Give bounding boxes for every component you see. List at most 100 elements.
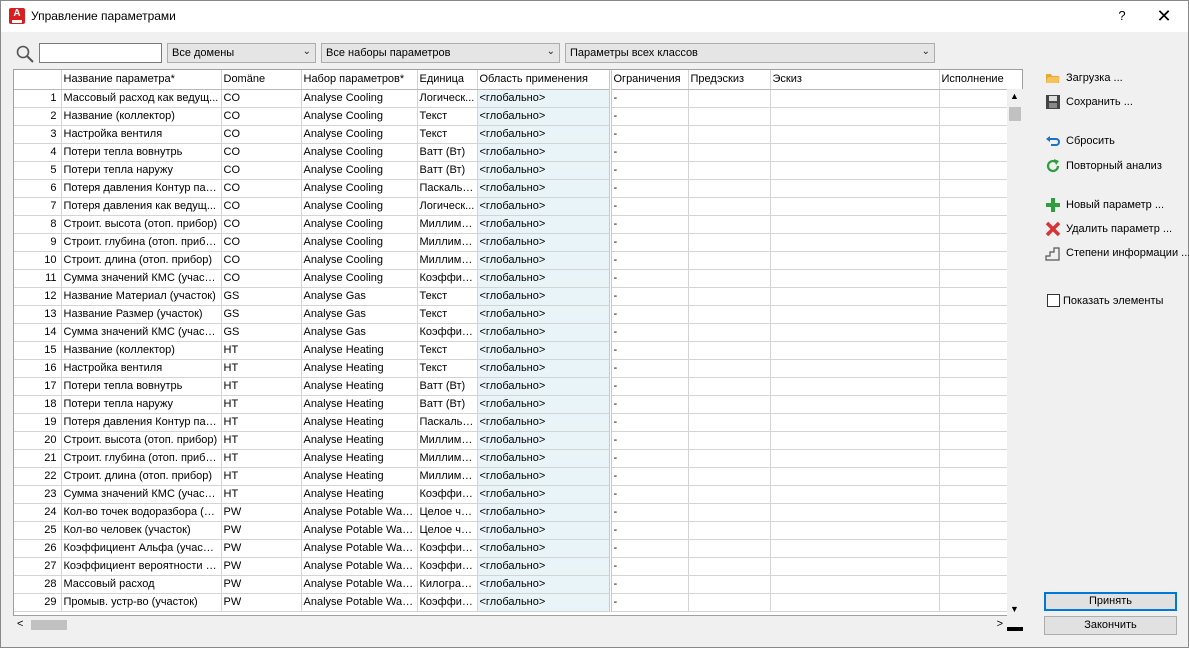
table-cell[interactable] xyxy=(770,377,940,396)
table-cell[interactable]: Массовый расход как ведущ... xyxy=(61,89,222,108)
scroll-left-icon[interactable]: < xyxy=(17,618,23,630)
table-cell[interactable]: Analyse Heating xyxy=(301,359,418,378)
table-cell[interactable]: - xyxy=(610,413,689,432)
table-cell[interactable]: Analyse Cooling xyxy=(301,233,418,252)
table-cell[interactable]: HT xyxy=(221,341,302,360)
table-cell[interactable]: <глобально> xyxy=(477,287,612,306)
table-cell[interactable]: Логическ... xyxy=(417,89,478,108)
load-button[interactable]: Загрузка ... xyxy=(1045,68,1123,88)
delete-parameter-button[interactable]: Удалить параметр ... xyxy=(1045,219,1172,239)
table-cell[interactable] xyxy=(688,341,771,360)
table-cell[interactable]: <глобально> xyxy=(477,503,612,522)
table-cell[interactable]: Потеря давления как ведущ... xyxy=(61,197,222,216)
column-header[interactable]: Предэскиз xyxy=(688,70,771,90)
table-cell[interactable]: 17 xyxy=(14,377,62,396)
table-cell[interactable] xyxy=(770,305,940,324)
column-header[interactable] xyxy=(14,70,62,90)
table-cell[interactable]: Analyse Heating xyxy=(301,377,418,396)
table-row[interactable]: 26 Коэффициент Альфа (участок) PW Analyse P… xyxy=(14,539,1022,558)
table-cell[interactable]: Analyse Potable Water xyxy=(301,593,418,612)
table-cell[interactable]: - xyxy=(610,161,689,180)
table-cell[interactable] xyxy=(770,251,940,270)
table-cell[interactable] xyxy=(688,431,771,450)
table-cell[interactable]: Название (коллектор) xyxy=(61,107,222,126)
table-cell[interactable]: PW xyxy=(221,503,302,522)
table-cell[interactable]: - xyxy=(610,107,689,126)
table-cell[interactable]: Логическ... xyxy=(417,197,478,216)
table-row[interactable]: 2 Название (коллектор) CO Analyse Cooling Те… xyxy=(14,107,1022,126)
table-cell[interactable]: <глобально> xyxy=(477,377,612,396)
table-cell[interactable]: Analyse Heating xyxy=(301,341,418,360)
table-cell[interactable]: CO xyxy=(221,143,302,162)
table-cell[interactable] xyxy=(770,431,940,450)
table-cell[interactable]: Целое чи... xyxy=(417,503,478,522)
table-cell[interactable]: - xyxy=(610,179,689,198)
table-cell[interactable]: CO xyxy=(221,269,302,288)
vertical-scrollbar[interactable]: ▲ ▼ xyxy=(1007,89,1023,616)
table-cell[interactable]: Коэффиц... xyxy=(417,485,478,504)
table-cell[interactable]: 16 xyxy=(14,359,62,378)
table-row[interactable]: 5 Потери тепла наружу CO Analyse Cooling Ват… xyxy=(14,161,1022,180)
table-cell[interactable]: 8 xyxy=(14,215,62,234)
scroll-right-icon[interactable]: > xyxy=(997,618,1003,630)
table-cell[interactable] xyxy=(770,269,940,288)
table-cell[interactable] xyxy=(770,539,940,558)
table-cell[interactable]: <глобально> xyxy=(477,539,612,558)
table-cell[interactable]: Текст xyxy=(417,107,478,126)
parameter-set-filter-select[interactable]: Все наборы параметров ⌄ xyxy=(321,43,560,63)
table-cell[interactable]: - xyxy=(610,89,689,108)
table-cell[interactable]: Analyse Cooling xyxy=(301,125,418,144)
domain-filter-select[interactable]: Все домены ⌄ xyxy=(167,43,316,63)
table-cell[interactable] xyxy=(770,179,940,198)
table-cell[interactable]: Потери тепла вовнутрь xyxy=(61,377,222,396)
table-cell[interactable]: Analyse Heating xyxy=(301,449,418,468)
table-row[interactable]: 22 Строит. длина (отоп. прибор) HT Analyse … xyxy=(14,467,1022,486)
table-cell[interactable] xyxy=(770,287,940,306)
table-cell[interactable]: Текст xyxy=(417,341,478,360)
table-cell[interactable]: Миллиме... xyxy=(417,251,478,270)
table-cell[interactable]: Analyse Cooling xyxy=(301,161,418,180)
table-cell[interactable]: Ватт (Вт) xyxy=(417,395,478,414)
table-cell[interactable]: - xyxy=(610,575,689,594)
table-cell[interactable]: Analyse Cooling xyxy=(301,179,418,198)
table-cell[interactable]: 1 xyxy=(14,89,62,108)
table-cell[interactable]: Analyse Potable Water xyxy=(301,539,418,558)
table-row[interactable]: 21 Строит. глубина (отоп. прибор) HT Analys… xyxy=(14,449,1022,468)
table-cell[interactable]: 28 xyxy=(14,575,62,594)
table-cell[interactable]: Analyse Heating xyxy=(301,431,418,450)
table-cell[interactable]: Промыв. устр-во (участок) xyxy=(61,593,222,612)
table-cell[interactable]: Analyse Heating xyxy=(301,467,418,486)
info-levels-button[interactable]: Степени информации ... xyxy=(1045,243,1189,263)
table-cell[interactable]: <глобально> xyxy=(477,485,612,504)
table-cell[interactable]: - xyxy=(610,395,689,414)
table-cell[interactable]: Строит. длина (отоп. прибор) xyxy=(61,467,222,486)
table-cell[interactable]: 23 xyxy=(14,485,62,504)
table-row[interactable]: 28 Массовый расход PW Analyse Potable Water… xyxy=(14,575,1022,594)
table-cell[interactable]: Настройка вентиля xyxy=(61,359,222,378)
table-cell[interactable]: <глобально> xyxy=(477,557,612,576)
table-row[interactable]: 19 Потеря давления Контур пан... HT Analyse… xyxy=(14,413,1022,432)
table-cell[interactable]: - xyxy=(610,287,689,306)
table-cell[interactable] xyxy=(688,269,771,288)
table-cell[interactable]: Analyse Cooling xyxy=(301,215,418,234)
table-cell[interactable]: Коэффиц... xyxy=(417,269,478,288)
table-cell[interactable]: <глобально> xyxy=(477,305,612,324)
table-cell[interactable]: - xyxy=(610,341,689,360)
table-cell[interactable] xyxy=(770,485,940,504)
table-cell[interactable]: Кол-во точек водоразбора (уч... xyxy=(61,503,222,522)
table-cell[interactable] xyxy=(688,215,771,234)
table-row[interactable]: 12 Название Материал (участок) GS Analyse G… xyxy=(14,287,1022,306)
table-cell[interactable] xyxy=(688,197,771,216)
table-cell[interactable] xyxy=(688,125,771,144)
table-cell[interactable]: <глобально> xyxy=(477,449,612,468)
table-cell[interactable] xyxy=(770,89,940,108)
table-cell[interactable]: Строит. высота (отоп. прибор) xyxy=(61,215,222,234)
table-cell[interactable]: Миллиме... xyxy=(417,233,478,252)
column-header[interactable]: Область применения xyxy=(477,70,612,90)
table-cell[interactable] xyxy=(770,503,940,522)
table-cell[interactable]: HT xyxy=(221,413,302,432)
table-cell[interactable] xyxy=(688,323,771,342)
table-cell[interactable] xyxy=(688,485,771,504)
table-cell[interactable]: Ватт (Вт) xyxy=(417,143,478,162)
table-cell[interactable]: Analyse Potable Water xyxy=(301,557,418,576)
